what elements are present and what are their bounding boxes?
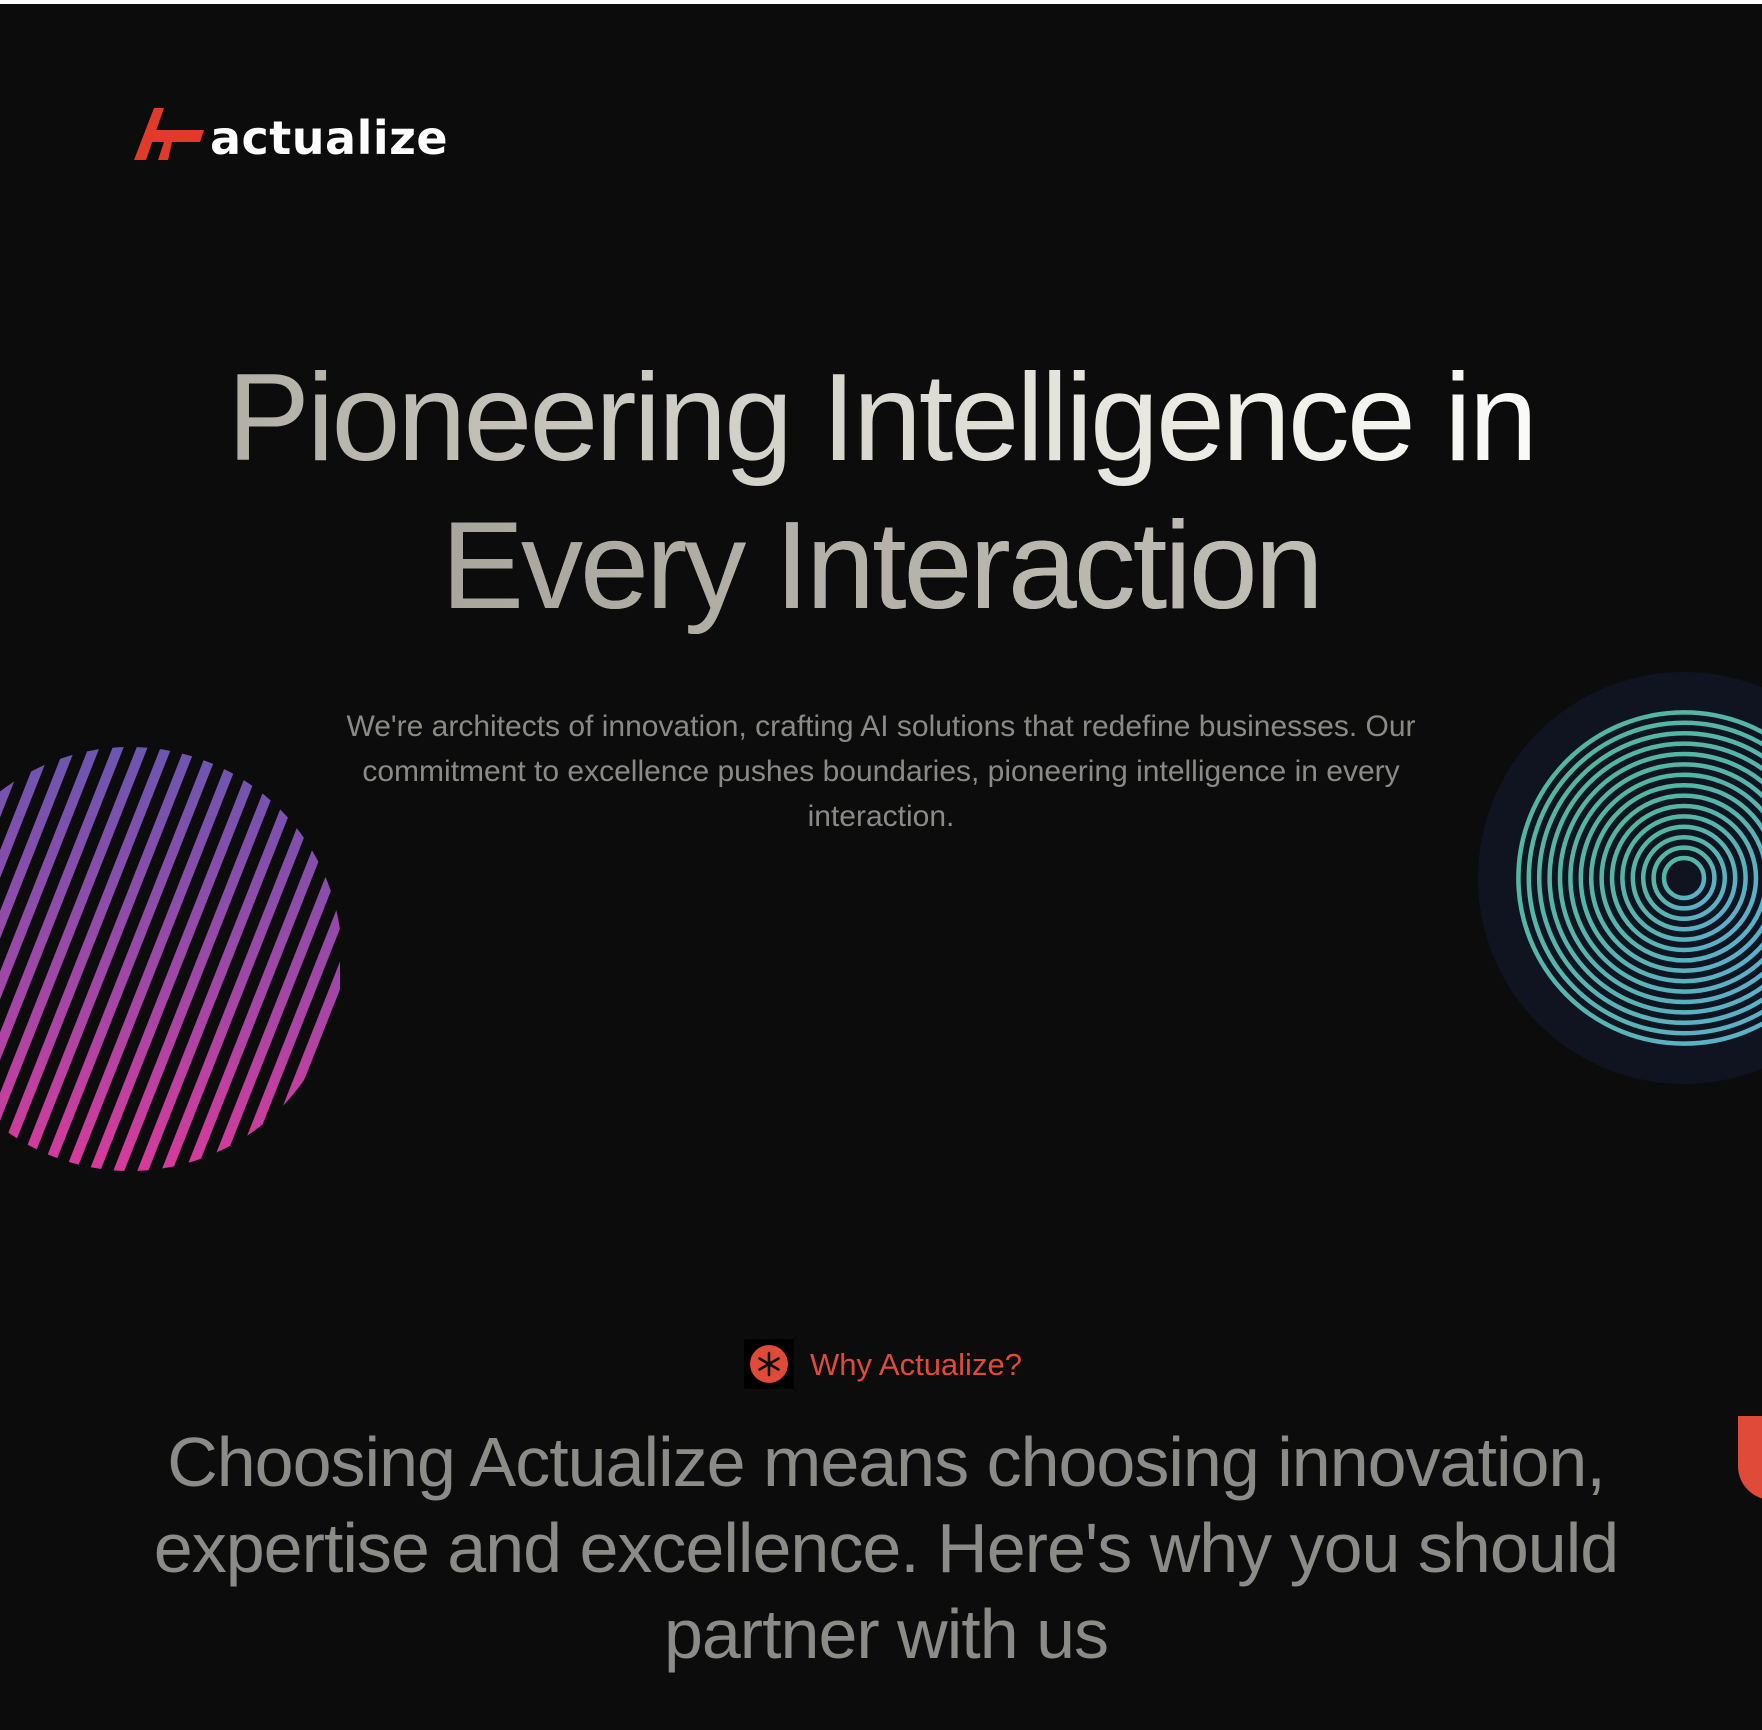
floating-side-button[interactable] [1738,1416,1762,1500]
why-eyebrow-label: Why Actualize? [810,1346,1022,1382]
hero-subtitle: We're architects of innovation, crafting… [346,710,1416,833]
striped-circle-graphic [0,747,340,1171]
stripe [328,747,340,1171]
stripe [280,747,340,1171]
hero-title: Pioneering Intelligence in Every Interac… [80,344,1682,640]
hero-title-line-2: Every Interaction [80,492,1682,640]
concentric-rings-graphic [1478,672,1762,1084]
page: actualize Pioneering Intelligence in Eve… [0,4,1762,1730]
brand-name: actualize [210,111,449,165]
actualize-logo-icon [134,108,204,160]
why-heading: Choosing Actualize means choosing innova… [153,1423,1619,1673]
why-eyebrow: Why Actualize? [744,1338,1022,1390]
hero-title-line-1: Pioneering Intelligence in [227,349,1535,487]
logo-link[interactable]: actualize [134,108,448,164]
asterisk-icon [744,1339,794,1389]
